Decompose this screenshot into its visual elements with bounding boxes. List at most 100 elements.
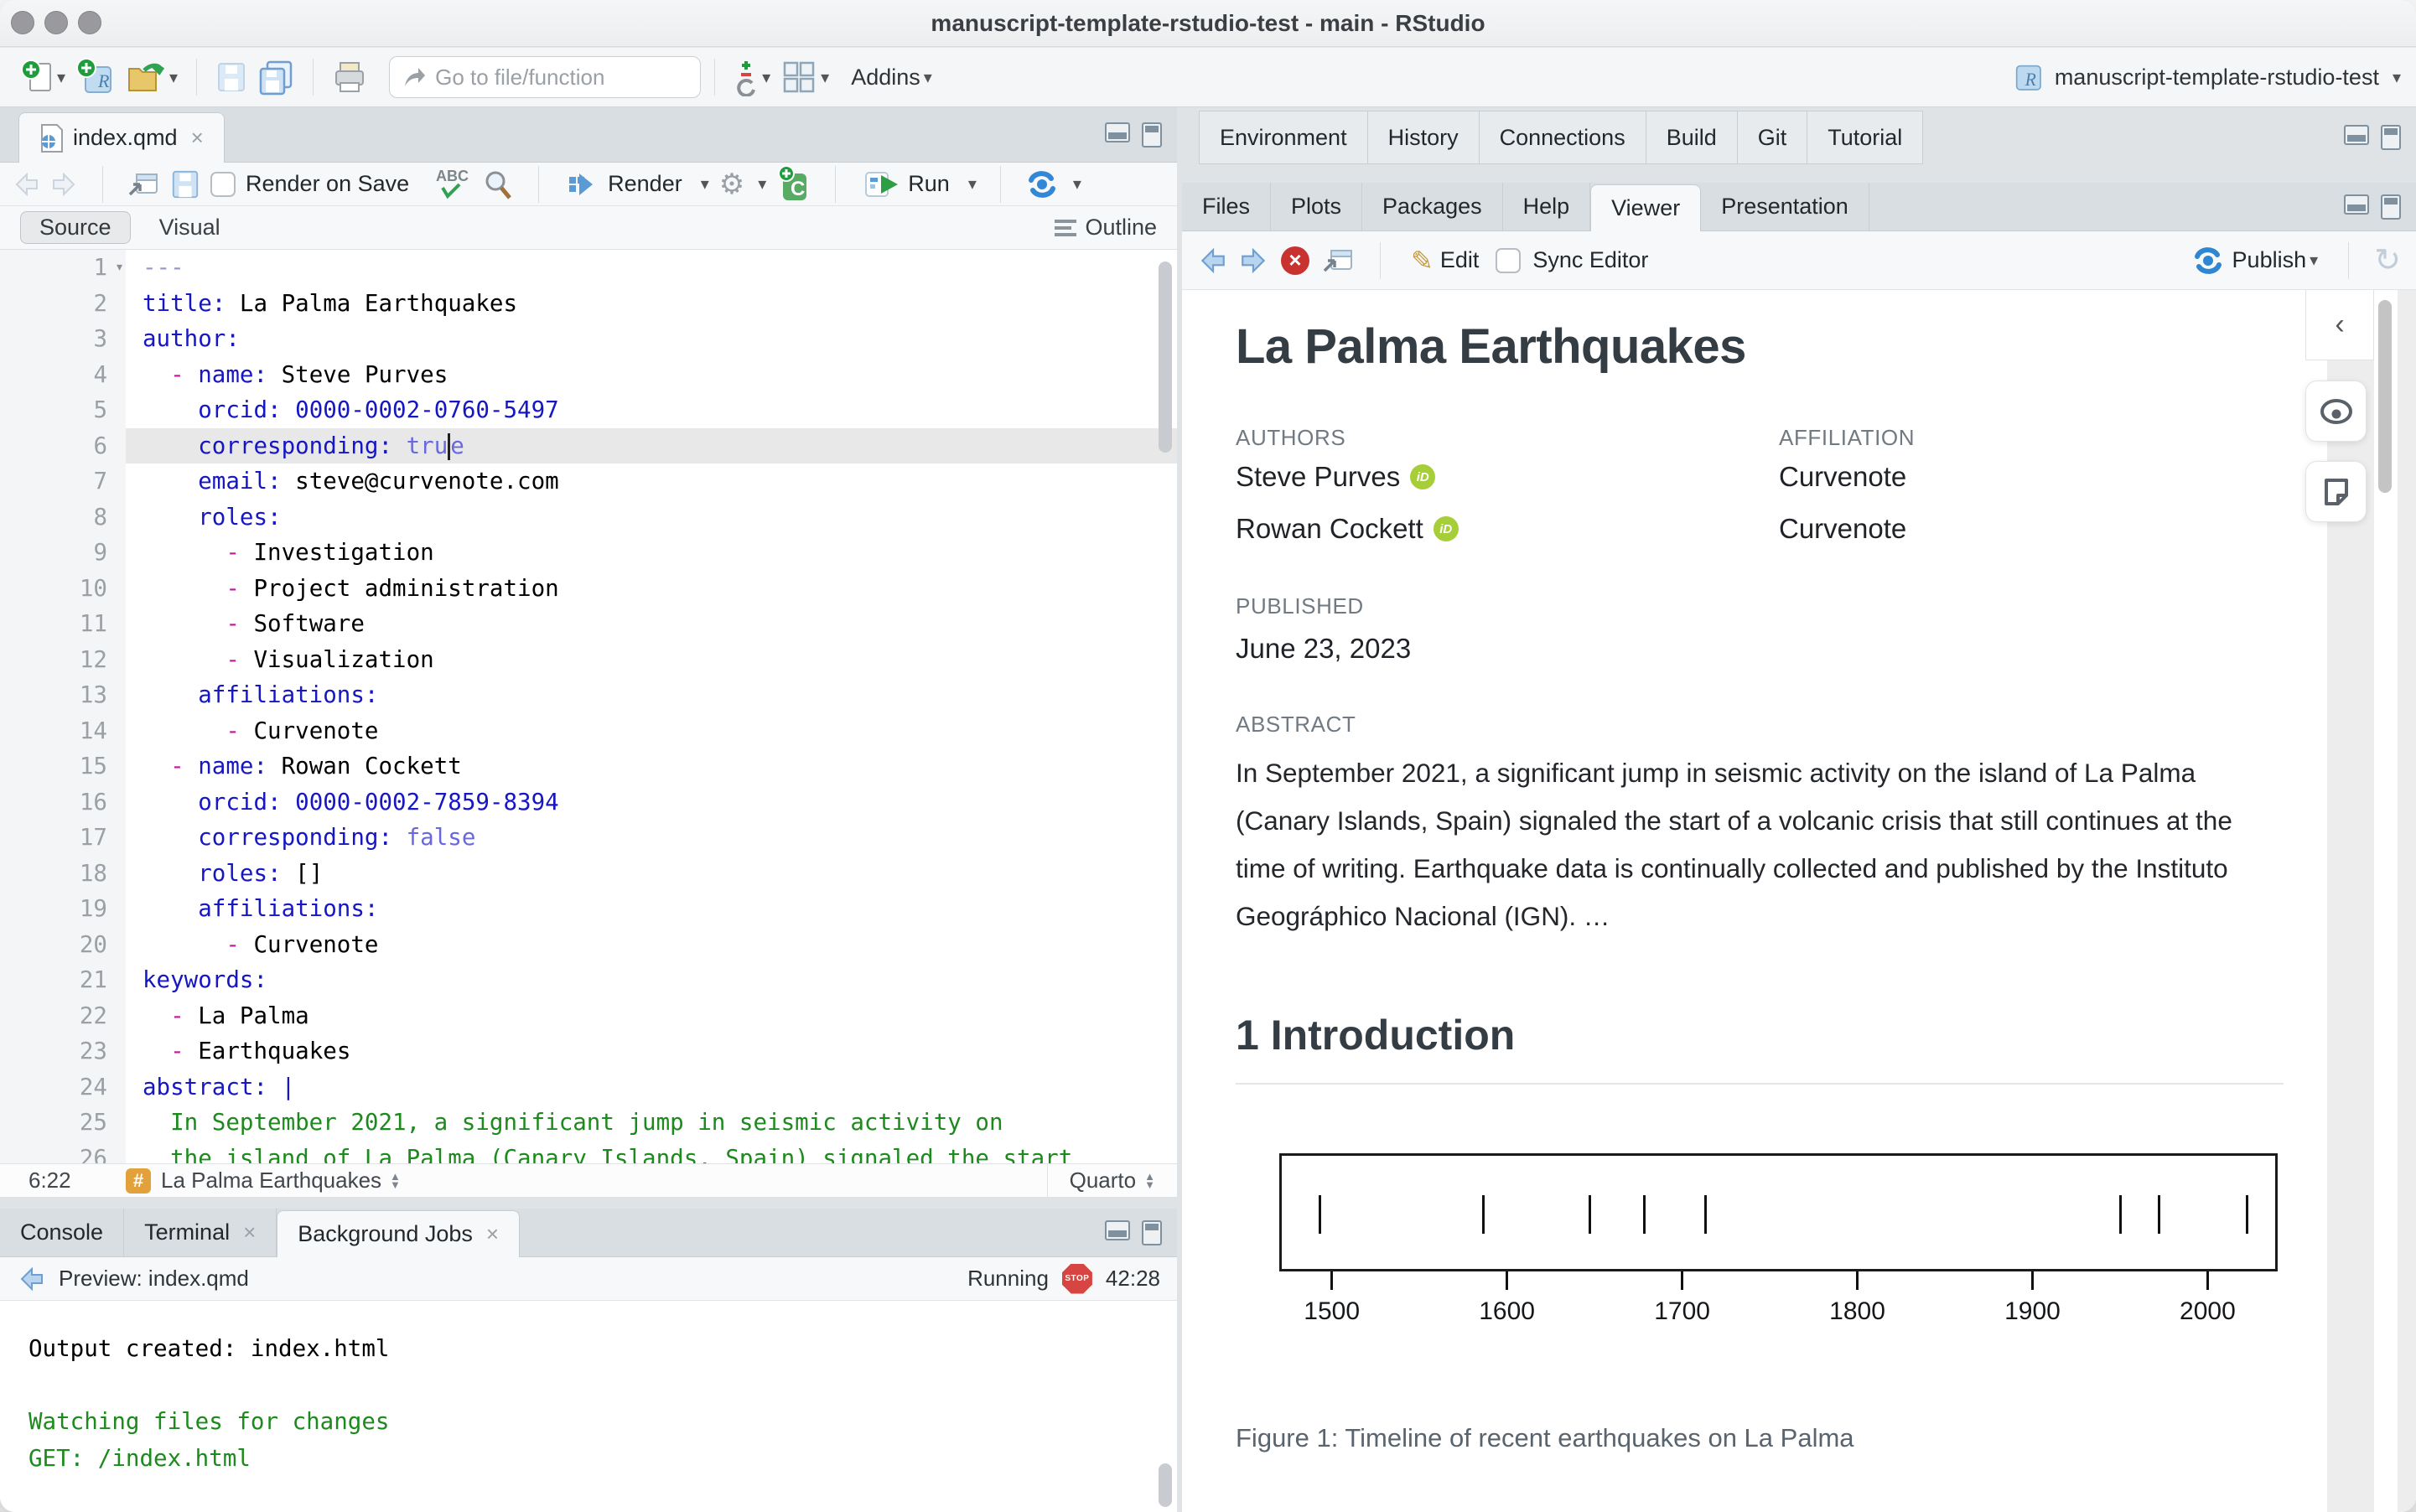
code-line[interactable]: 8 roles:: [0, 499, 1177, 535]
code-line[interactable]: 19 affiliations:: [0, 891, 1177, 927]
minimize-pane-icon[interactable]: [2344, 125, 2369, 145]
close-tab-icon[interactable]: ×: [243, 1219, 256, 1245]
code-line[interactable]: 7 email: steve@curvenote.com: [0, 463, 1177, 500]
tab-connections[interactable]: Connections: [1478, 111, 1646, 164]
run-button[interactable]: Run: [859, 167, 955, 202]
edit-button[interactable]: ✎ Edit: [1406, 241, 1484, 280]
addins-menu[interactable]: Addins ▾: [846, 61, 937, 94]
maximize-pane-icon[interactable]: [2381, 125, 2401, 150]
spellcheck-icon[interactable]: ABC: [434, 166, 471, 203]
tab-console[interactable]: Console: [0, 1209, 125, 1256]
code-line[interactable]: 10 - Project administration: [0, 570, 1177, 606]
render-button[interactable]: Render: [563, 167, 687, 202]
viewer-content[interactable]: La Palma Earthquakes AUTHORS AFFILIATION…: [1182, 290, 2416, 1512]
save-icon[interactable]: [170, 168, 200, 200]
refresh-icon[interactable]: ↻: [2374, 241, 2401, 279]
code-line[interactable]: 21 keywords:: [0, 962, 1177, 998]
workspace-panes-button[interactable]: ▾: [775, 55, 834, 99]
code-line[interactable]: 12 - Visualization: [0, 641, 1177, 677]
code-line[interactable]: 20 - Curvenote: [0, 926, 1177, 962]
print-button[interactable]: [327, 56, 372, 98]
stop-job-button[interactable]: STOP: [1061, 1263, 1092, 1294]
code-line[interactable]: 11 - Software: [0, 606, 1177, 642]
clear-viewer-icon[interactable]: ×: [1281, 246, 1309, 275]
publish-button[interactable]: Publish ▾: [2185, 241, 2324, 280]
tab-build[interactable]: Build: [1645, 111, 1737, 164]
job-output[interactable]: Output created: index.html Watching file…: [0, 1301, 1177, 1512]
tab-visual[interactable]: Visual: [159, 215, 220, 241]
minimize-pane-icon[interactable]: [2344, 194, 2369, 215]
outline-toggle[interactable]: Outline: [1055, 215, 1157, 241]
tab-background-jobs[interactable]: Background Jobs ×: [277, 1210, 521, 1257]
section-selector[interactable]: La Palma Earthquakes: [161, 1168, 381, 1194]
maximize-pane-icon[interactable]: [2381, 194, 2401, 220]
goto-file-search[interactable]: [389, 56, 702, 98]
maximize-pane-icon[interactable]: [1142, 122, 1162, 148]
insert-chunk-icon[interactable]: C: [776, 164, 811, 204]
version-control-button[interactable]: ▾: [728, 54, 775, 100]
minimize-pane-icon[interactable]: [1105, 1219, 1130, 1240]
tab-help[interactable]: Help: [1503, 183, 1591, 230]
save-button[interactable]: [210, 57, 252, 97]
forward-icon[interactable]: [50, 171, 79, 198]
code-line[interactable]: 2 title: La Palma Earthquakes: [0, 285, 1177, 321]
code-line[interactable]: 3 author:: [0, 321, 1177, 357]
focus-button[interactable]: [2305, 381, 2367, 442]
close-tab-icon[interactable]: ×: [191, 125, 204, 151]
code-line[interactable]: 13 affiliations:: [0, 677, 1177, 713]
goto-file-input[interactable]: [435, 64, 687, 91]
code-line[interactable]: 22 - La Palma: [0, 997, 1177, 1033]
back-icon[interactable]: [1197, 246, 1227, 275]
tab-tutorial[interactable]: Tutorial: [1807, 111, 1924, 164]
console-scrollbar-thumb[interactable]: [1159, 1463, 1172, 1507]
orcid-icon[interactable]: iD: [1410, 464, 1436, 489]
save-all-button[interactable]: [252, 55, 299, 99]
orcid-icon[interactable]: iD: [1433, 516, 1459, 541]
viewer-scrollbar-thumb[interactable]: [2378, 300, 2392, 493]
chevron-down-icon[interactable]: ▾: [701, 173, 709, 194]
tab-viewer[interactable]: Viewer: [1590, 184, 1702, 231]
tab-environment[interactable]: Environment: [1199, 111, 1367, 164]
tab-presentation[interactable]: Presentation: [1701, 183, 1869, 230]
tab-packages[interactable]: Packages: [1362, 183, 1503, 230]
tab-files[interactable]: Files: [1182, 183, 1272, 230]
new-project-button[interactable]: R: [70, 54, 121, 101]
render-on-save-checkbox[interactable]: [210, 171, 236, 197]
code-line[interactable]: 23 - Earthquakes: [0, 1033, 1177, 1069]
minimize-pane-icon[interactable]: [1105, 122, 1130, 142]
code-line[interactable]: 16 orcid: 0000-0002-7859-8394: [0, 784, 1177, 820]
search-icon[interactable]: [481, 168, 515, 201]
code-line[interactable]: 1 ▾ ---: [0, 250, 1177, 286]
chevron-down-icon[interactable]: ▾: [758, 173, 766, 194]
open-file-button[interactable]: ▾: [121, 55, 183, 99]
code-line[interactable]: 4 - name: Steve Purves: [0, 356, 1177, 392]
tab-index-qmd[interactable]: index.qmd ×: [18, 112, 225, 163]
tab-plots[interactable]: Plots: [1271, 183, 1363, 230]
tab-source[interactable]: Source: [20, 211, 131, 244]
tab-git[interactable]: Git: [1736, 111, 1807, 164]
rerun-sync-icon[interactable]: [1024, 168, 1060, 200]
code-line[interactable]: 25 In September 2021, a significant jump…: [0, 1105, 1177, 1141]
sync-editor-checkbox[interactable]: [1496, 247, 1522, 273]
code-line[interactable]: 6 corresponding: tru e: [0, 427, 1177, 463]
chevron-down-icon[interactable]: ▾: [1073, 173, 1081, 194]
tab-terminal[interactable]: Terminal ×: [124, 1209, 277, 1256]
back-icon[interactable]: [12, 171, 40, 198]
code-line[interactable]: 18 roles: []: [0, 855, 1177, 891]
code-line[interactable]: 14 - Curvenote: [0, 712, 1177, 748]
chevron-down-icon[interactable]: ▾: [968, 173, 977, 194]
popout-icon[interactable]: [1321, 246, 1355, 276]
code-line[interactable]: 17 corresponding: false: [0, 820, 1177, 856]
forward-icon[interactable]: [1239, 246, 1269, 275]
viewer-scrollbar[interactable]: [2374, 290, 2396, 1512]
new-file-button[interactable]: ▾: [15, 55, 70, 99]
fold-caret-icon[interactable]: ▾: [115, 250, 124, 286]
editor-scrollbar-thumb[interactable]: [1159, 261, 1172, 453]
back-icon[interactable]: [17, 1266, 45, 1292]
code-line[interactable]: 24 abstract: |: [0, 1069, 1177, 1105]
render-settings-gear-icon[interactable]: ⚙: [719, 168, 744, 201]
code-line[interactable]: 9 - Investigation: [0, 535, 1177, 571]
tab-history[interactable]: History: [1366, 111, 1479, 164]
code-editor[interactable]: 1 ▾ --- 2 title: La Palma Earthquakes 3 author…: [0, 250, 1177, 1165]
collapse-panel-button[interactable]: ‹: [2305, 290, 2374, 360]
